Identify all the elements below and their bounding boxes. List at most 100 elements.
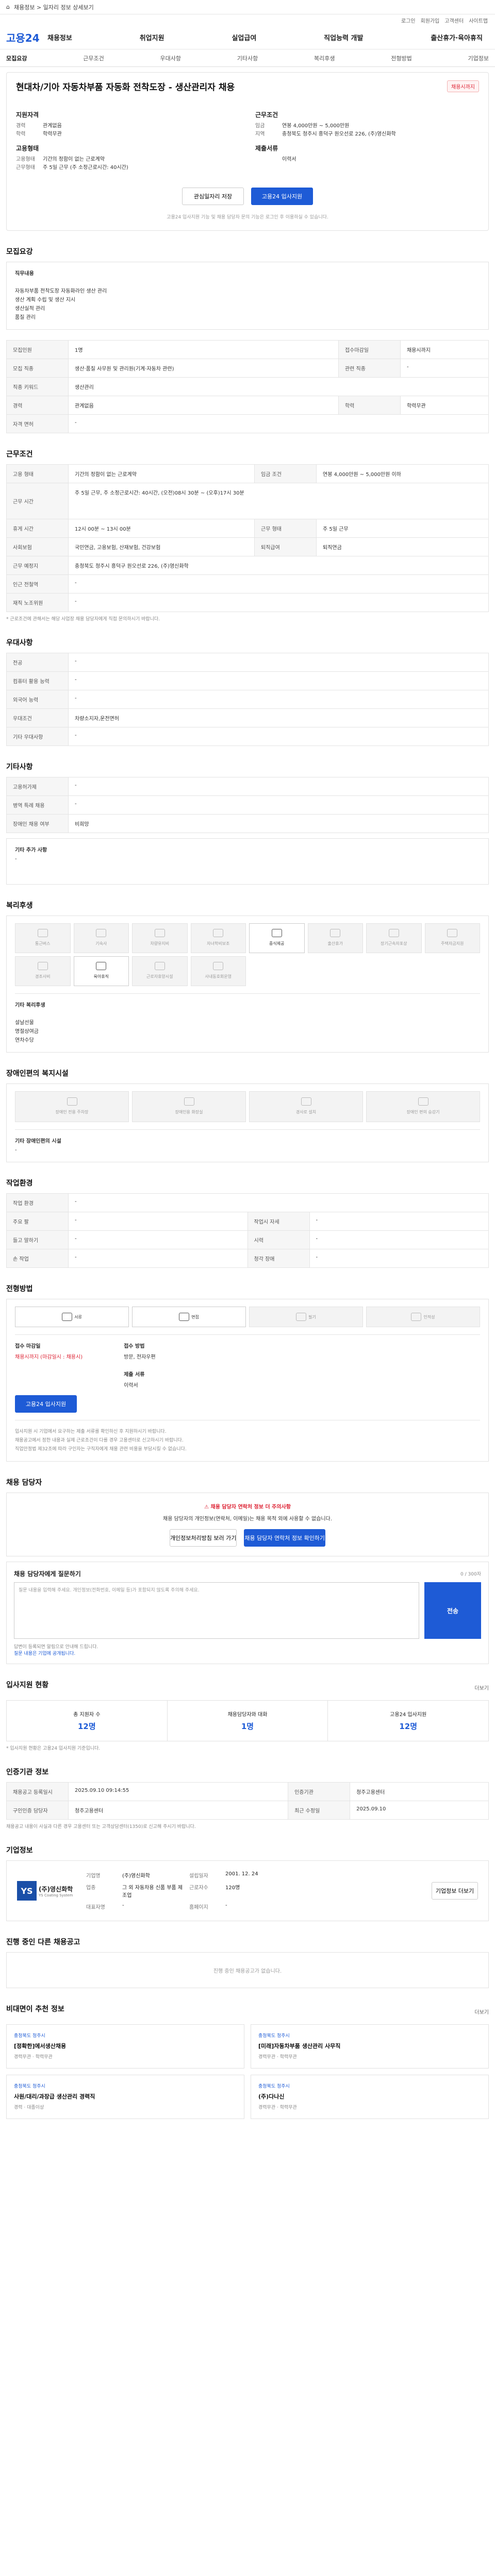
recommend-more-link[interactable]: 더보기 <box>474 2008 489 2015</box>
recommend-card[interactable]: 충청북도 청주시 [정확한]에서생산채용 경력무관 · 학력무관 <box>6 2024 244 2069</box>
job-title: 현대차/기아 자동차부품 자동화 전착도장 - 생산관리자 채용 <box>16 82 235 93</box>
welfare-item: 자녀학비보조 <box>190 923 246 953</box>
table-header: 모집 직종 <box>6 359 69 378</box>
tab-condition[interactable]: 근무조건 <box>83 54 104 62</box>
privacy-button[interactable]: 개인정보처리방침 보러 가기 <box>169 1529 237 1547</box>
tab-company[interactable]: 기업정보 <box>468 54 489 62</box>
recruit-table: 모집인원 1명 접수마감일 채용시까지 모집 직종 생산·품질 사무원 및 관리원(기계… <box>6 340 489 433</box>
login-link[interactable]: 로그인 <box>401 16 416 24</box>
tab-etc[interactable]: 기타사항 <box>237 54 258 62</box>
table-header: 모집인원 <box>6 340 69 359</box>
welfare-icon <box>37 961 48 970</box>
tab-welfare[interactable]: 복리후생 <box>314 54 335 62</box>
sitemap-link[interactable]: 사이트맵 <box>469 16 488 24</box>
table-cell: 연봉 4,000만원 ~ 5,000만원 이하 <box>316 464 489 483</box>
gnb-item-jobs[interactable]: 채용정보 <box>47 32 72 42</box>
table-header: 접수마감일 <box>338 340 401 359</box>
table-cell: - <box>400 359 489 378</box>
table-row: 모집 직종 생산·품질 사무원 및 관리원(기계·자동차 관련) 관련 직종 - <box>6 359 489 378</box>
summary-left: 지원자격 경력 관계없음 학력 학력무관 고용형태 고용형태 기간의 정함이 없는 근… <box>16 105 240 172</box>
table-header: 휴게 시간 <box>6 519 69 538</box>
recruit-section: 모집요강 직무내용 자동차부품 전착도장 자동화라인 생산 관리 생산 계획 수… <box>6 246 489 433</box>
info-key: 설립일자 <box>189 1873 208 1879</box>
table-header: 손 작업 <box>6 1249 69 1268</box>
gnb-item-leave[interactable]: 출산휴가·육아휴직 <box>431 32 483 42</box>
info-value: 그 외 자동차용 신품 부품 제조업 <box>122 1885 183 1899</box>
recommend-card[interactable]: 충청북도 청주시 (주)다나신 경력무관 · 학력무관 <box>251 2075 489 2119</box>
stat-value: 12명 <box>399 1722 418 1731</box>
tab-preference[interactable]: 우대사항 <box>160 54 181 62</box>
send-button[interactable]: 전송 <box>424 1582 481 1639</box>
table-row: 인근 전철역 - <box>6 574 489 594</box>
disability-item: 장애인용 화장실 <box>132 1091 246 1122</box>
company-more-button[interactable]: 기업정보 더보기 <box>432 1882 478 1900</box>
recommend-card[interactable]: 충청북도 청주시 사원/대리/과장급 생산관리 경력직 경력 · 대졸이상 <box>6 2075 244 2119</box>
summary-right: 근무조건 임금 연봉 4,000만원 ~ 5,000만원 지역 충청북도 청주시 흥… <box>255 105 479 172</box>
site-logo[interactable]: 고용24 <box>6 30 47 45</box>
disability-label: 장애인 편의 승강기 <box>406 1109 440 1114</box>
disability-icon <box>301 1097 311 1106</box>
welfare-item: 통근버스 <box>15 923 71 953</box>
process-note: 채용공고에서 정한 내용과 실제 근로조건이 다를 경우 고용센터로 신고하시기… <box>15 1438 184 1443</box>
kv-value: 관계없음 <box>43 123 62 129</box>
save-job-button[interactable]: 관심일자리 저장 <box>182 188 244 205</box>
divider <box>15 1129 480 1130</box>
table-cell: - <box>68 653 489 672</box>
table-header: 인증기관 <box>288 1782 351 1801</box>
disability-label: 장애인 전용 주차장 <box>55 1109 89 1114</box>
welfare-label: 경조사비 <box>35 974 51 979</box>
apply-button[interactable]: 고용24 입사지원 <box>251 188 313 205</box>
welfare-item: 경조사비 <box>15 956 71 986</box>
kv-row: 지역 충청북도 청주시 흥덕구 원오선로 226, (주)영신화학 <box>255 130 479 139</box>
table-row: 근무 시간 주 5일 근무, 주 소정근로시간: 40시간, (오전)08시 30… <box>6 483 489 519</box>
table-header: 청각 장애 <box>247 1249 310 1268</box>
table-header: 작업시 자세 <box>247 1212 310 1231</box>
section-title: 채용 담당자 <box>6 1479 42 1487</box>
info-key: 근로자수 <box>189 1885 208 1891</box>
tab-recruit[interactable]: 모집요강 <box>6 54 27 62</box>
section-title: 기타사항 <box>6 763 33 771</box>
table-row: 사회보험 국민연금, 고용보험, 산재보험, 건강보험 퇴직급여 퇴직연금 <box>6 537 489 556</box>
contact-actions: 개인정보처리방침 보러 가기 채용 담당자 연락처 정보 확인하기 <box>16 1529 479 1547</box>
welfare-icon <box>96 928 107 937</box>
info-value: 2001. 12. 24 <box>225 1871 258 1877</box>
welfare-item: 차량유지비 <box>132 923 188 953</box>
support-link[interactable]: 고객센터 <box>444 16 464 24</box>
welfare-label: 근로자휴양시설 <box>146 974 173 979</box>
table-header: 작업 환경 <box>6 1193 69 1212</box>
gnb-item-benefit[interactable]: 실업급여 <box>232 32 256 42</box>
table-row: 휴게 시간 12시 00분 ~ 13시 00분 근무 형태 주 5일 근무 <box>6 519 489 538</box>
question-input[interactable]: 질문 내용을 입력해 주세요. 개인정보(전화번호, 이메일 등)가 포함되지 … <box>14 1582 419 1639</box>
welfare-label: 사내동호회운영 <box>205 974 232 979</box>
method-item: 필기 <box>249 1307 363 1327</box>
show-contact-button[interactable]: 채용 담당자 연락처 정보 확인하기 <box>244 1529 326 1547</box>
gnb-item-support[interactable]: 취업지원 <box>140 32 164 42</box>
process-box: 서류 면접 필기 인적성 접수 마감일 채용시까지 (마감일시 : 채용시) 접수 방법… <box>6 1299 489 1462</box>
method-icon <box>179 1313 190 1321</box>
signup-link[interactable]: 회원가입 <box>421 16 440 24</box>
welfare-item: 육아휴직 <box>73 956 129 986</box>
apply-button-2[interactable]: 고용24 입사지원 <box>15 1395 77 1413</box>
table-cell: 생산관리 <box>68 377 489 396</box>
table-row: 들고 말하기 - 시력 - <box>6 1230 489 1249</box>
welfare-item: 주택자금지원 <box>424 923 480 953</box>
kv-row: 경력 관계없음 <box>16 122 240 130</box>
status-more-link[interactable]: 더보기 <box>474 1684 489 1691</box>
divider <box>15 1334 480 1335</box>
info-value: - <box>122 1903 124 1908</box>
welfare-item: 사내동호회운영 <box>190 956 246 986</box>
divider <box>15 993 480 994</box>
company-logo-text-wrap: (주)영신화학 YS Coating System <box>39 1885 73 1897</box>
disability-label: 장애인용 화장실 <box>175 1109 203 1114</box>
recommend-card[interactable]: 충청북도 청주시 [미래]자동차부품 생산관리 사무직 경력무관 · 학력무관 <box>251 2024 489 2069</box>
home-icon[interactable]: ⌂ <box>6 4 10 10</box>
welfare-label: 자녀학비보조 <box>207 941 230 946</box>
welfare-icon <box>213 928 224 937</box>
gnb-item-training[interactable]: 직업능력 개발 <box>324 32 363 42</box>
login-note: 고용24 입사지원 기능 및 채용 담당자 문의 기능은 로그인 후 이용하실 … <box>167 215 328 220</box>
card-meta: 경력 · 대졸이상 <box>14 2105 44 2110</box>
question-header: 채용 담당자에게 질문하기 0 / 300자 <box>14 1569 481 1578</box>
table-header: 외국어 능력 <box>6 690 69 709</box>
tab-process[interactable]: 전형방법 <box>391 54 411 62</box>
etc-section: 기타사항 고용허가제 - 병역 특례 채용 - 장애인 채용 여부 비희망 기타 추가… <box>6 761 489 885</box>
